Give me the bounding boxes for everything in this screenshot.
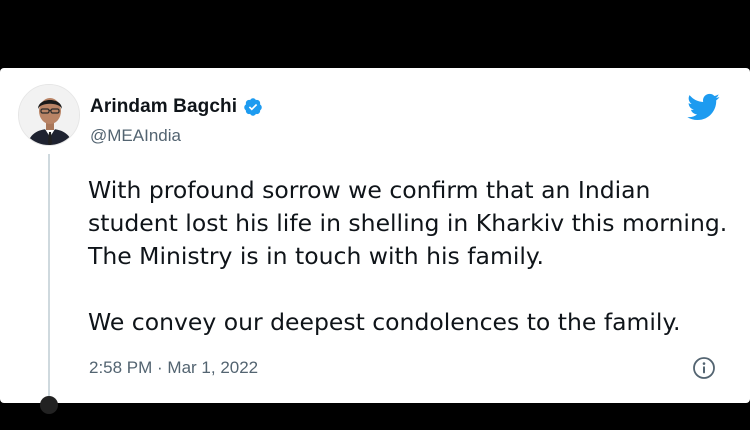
tweet-paragraph: We convey our deepest condolences to the… — [88, 308, 681, 336]
tweet-card: Arindam Bagchi @MEAIndia With profound s… — [0, 68, 750, 403]
author-handle[interactable]: @MEAIndia — [90, 126, 181, 146]
tweet-timestamp[interactable]: 2:58 PM · Mar 1, 2022 — [89, 358, 258, 378]
avatar[interactable] — [18, 84, 80, 146]
info-icon[interactable] — [692, 356, 716, 380]
tweet-text: With profound sorrow we confirm that an … — [88, 174, 728, 339]
tweet-paragraph: With profound sorrow we confirm that an … — [88, 176, 728, 270]
thread-line — [48, 154, 50, 403]
next-avatar-edge — [40, 396, 58, 414]
verified-badge-icon — [243, 97, 263, 117]
avatar-photo-icon — [19, 85, 79, 145]
author-display-name[interactable]: Arindam Bagchi — [90, 96, 237, 118]
author-row: Arindam Bagchi — [90, 96, 263, 118]
twitter-bird-icon[interactable] — [686, 90, 720, 124]
